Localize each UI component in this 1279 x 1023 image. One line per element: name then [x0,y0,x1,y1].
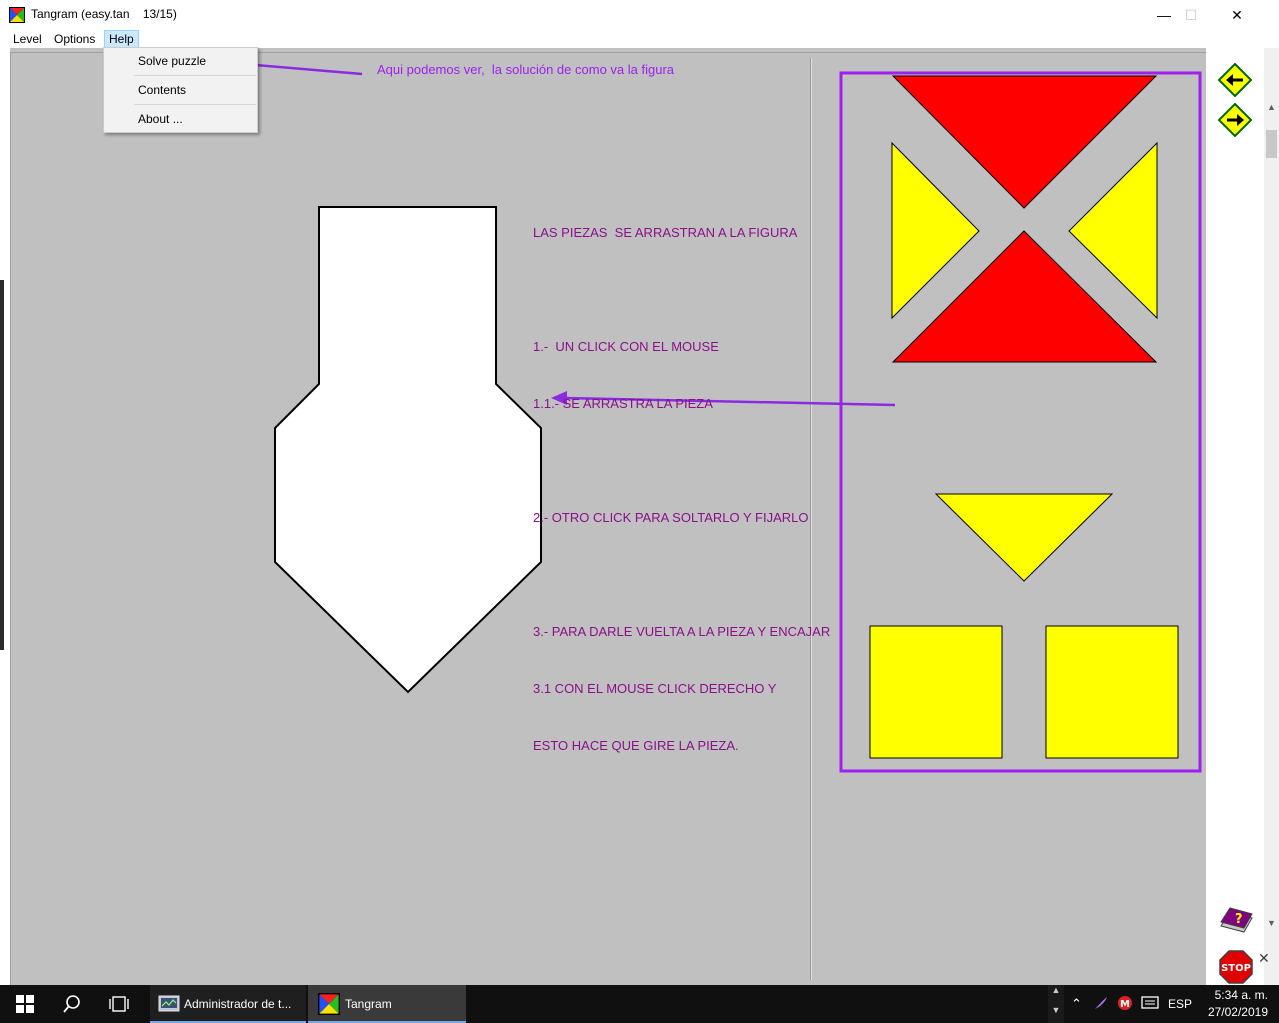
taskbar-tangram-label: Tangram [345,997,392,1011]
taskbar-admin-label: Administrador de t... [184,997,292,1011]
instruction-line: LAS PIEZAS SE ARRASTRAN A LA FIGURA [533,225,798,240]
windows-start-icon[interactable] [16,995,34,1013]
antivirus-icon[interactable]: M [1117,995,1133,1011]
menu-separator [134,75,256,76]
clock-time[interactable]: 5:34 a. m. [1206,988,1268,1002]
stop-sign-icon[interactable]: STOP [1219,950,1253,984]
help-book-icon[interactable]: ? [1218,902,1254,936]
svg-text:?: ? [1235,912,1243,927]
instruction-line: 1.- UN CLICK CON EL MOUSE [533,339,719,354]
arrow-right-icon[interactable] [1218,103,1252,137]
svg-text:STOP: STOP [1221,963,1251,974]
task-manager-icon [158,995,180,1012]
keyboard-icon[interactable] [1141,995,1159,1011]
svg-text:M: M [1120,999,1130,1010]
instruction-line [533,565,830,584]
menu-item-contents[interactable]: Contents [138,83,186,97]
piece-yellow-square-left[interactable] [869,625,1003,759]
instruction-line: ESTO HACE QUE GIRE LA PIEZA. [533,738,739,753]
instruction-line: 3.- PARA DARLE VUELTA A LA PIEZA Y ENCAJ… [533,624,831,639]
search-icon[interactable] [62,994,82,1014]
language-indicator[interactable]: ESP [1168,997,1192,1011]
task-view-icon[interactable] [108,995,130,1013]
clock-date[interactable]: 27/02/2019 [1200,1005,1268,1019]
instruction-line [533,451,830,470]
menu-separator [134,104,256,105]
target-figure [274,206,542,694]
arrow-left-icon[interactable] [1218,63,1252,97]
instruction-line [533,280,830,299]
menu-item-about[interactable]: About ... [138,112,183,126]
instruction-line: 3.1 CON EL MOUSE CLICK DERECHO Y [533,681,777,696]
taskbar-scroll[interactable]: ▲ ▼ [1048,985,1064,1023]
menu-item-solve-puzzle[interactable]: Solve puzzle [138,54,206,68]
instruction-line: 2.- OTRO CLICK PARA SOLTARLO Y FIJARLO [533,510,809,525]
piece-yellow-triangle-small[interactable] [934,493,1114,582]
piece-yellow-square-right[interactable] [1045,625,1179,759]
tangram-taskbar-icon [318,993,340,1015]
help-dropdown-menu: Solve puzzle Contents About ... [103,47,258,133]
annotation-solve-note: Aqui podemos ver, la solución de como va… [377,62,675,77]
instructions-block: LAS PIEZAS SE ARRASTRAN A LA FIGURA 1.- … [533,185,830,774]
pen-icon[interactable] [1093,995,1109,1011]
instruction-line: 1.1.- SE ARRASTRA LA PIEZA [533,396,713,411]
chevron-up-icon[interactable]: ⌃ [1071,996,1082,1012]
